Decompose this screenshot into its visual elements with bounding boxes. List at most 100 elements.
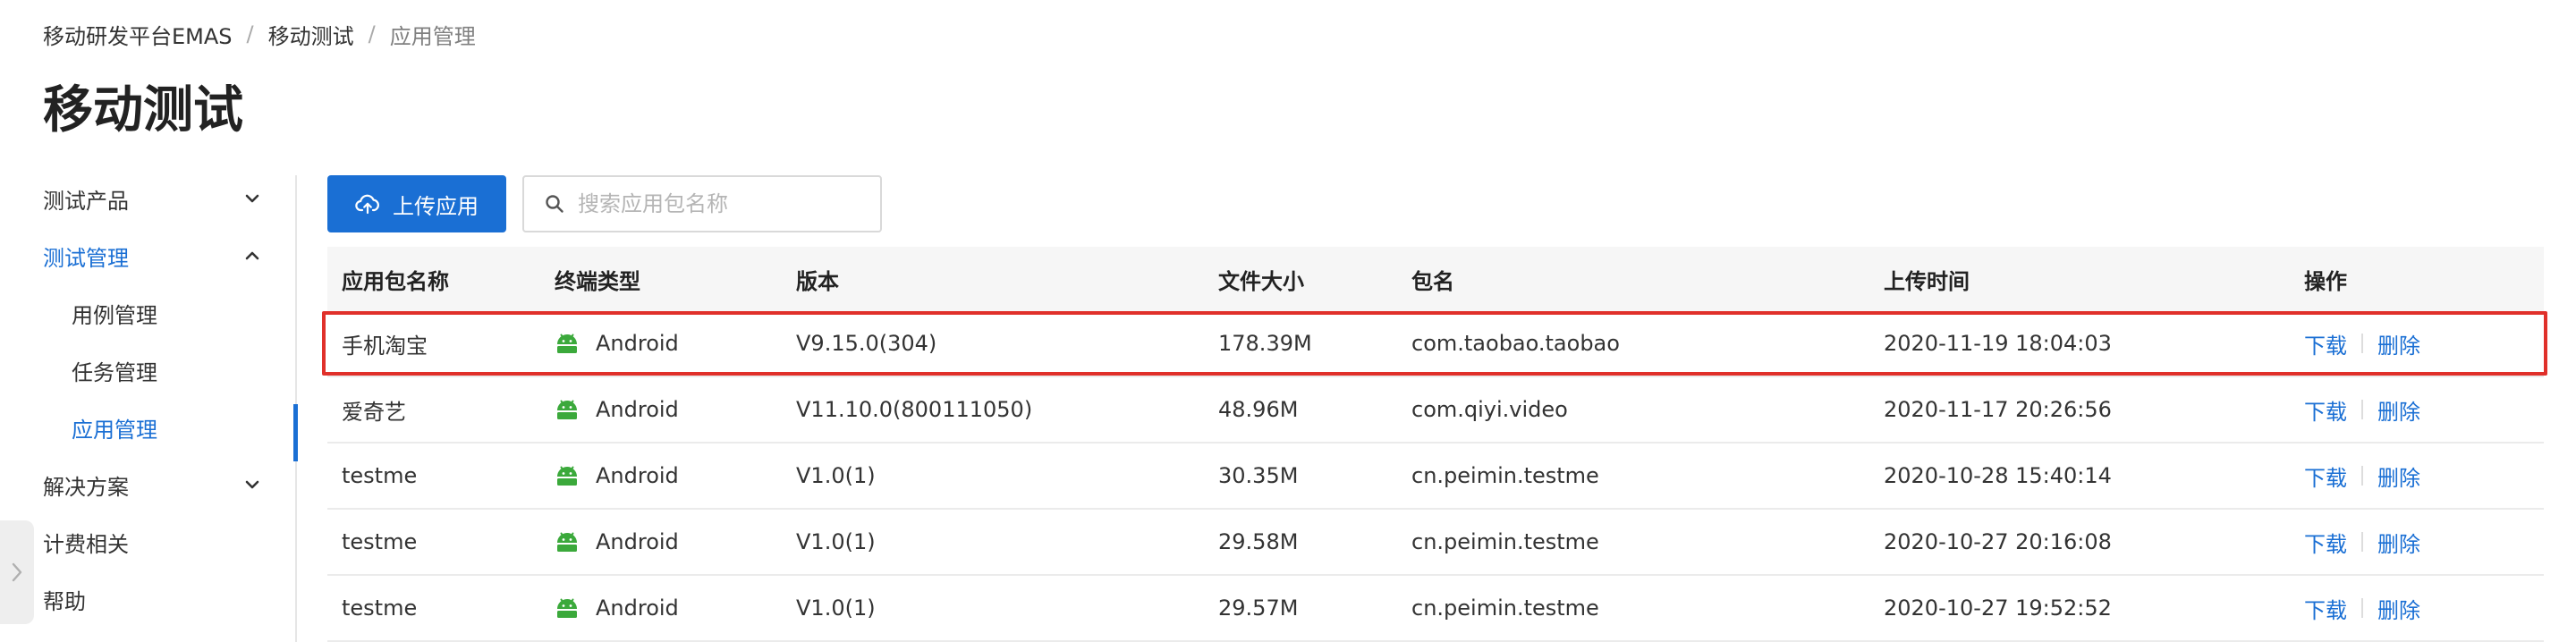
upload-time: 2020-11-19 18:04:03 (1884, 331, 2112, 356)
terminal-type: Android (596, 529, 679, 554)
chevron-right-icon (12, 562, 22, 582)
app-name: testme (342, 529, 418, 554)
android-icon (557, 532, 577, 552)
sidebar-item-task-management[interactable]: 任务管理 (0, 342, 295, 399)
search-input[interactable] (578, 191, 864, 216)
cloud-upload-icon (355, 194, 379, 215)
column-header-upload-time: 上传时间 (1884, 268, 1970, 294)
file-size: 48.96M (1218, 397, 1299, 422)
file-size: 29.58M (1218, 529, 1299, 554)
action-divider (2361, 400, 2363, 419)
download-link[interactable]: 下载 (2304, 593, 2347, 624)
version: V9.15.0(304) (796, 331, 937, 356)
file-size: 178.39M (1218, 331, 1312, 356)
download-link[interactable]: 下载 (2304, 460, 2347, 492)
search-box (522, 175, 882, 232)
sidebar-item-solutions[interactable]: 解决方案 (0, 456, 295, 513)
delete-link[interactable]: 删除 (2377, 460, 2420, 492)
breadcrumb-item-mobile-test[interactable]: 移动测试 (268, 19, 354, 50)
column-header-version: 版本 (796, 268, 839, 294)
terminal-type: Android (596, 463, 679, 488)
package-name: com.taobao.taobao (1411, 331, 1620, 356)
download-link[interactable]: 下载 (2304, 394, 2347, 426)
app-name: 手机淘宝 (342, 333, 428, 359)
toolbar: 上传应用 (327, 175, 882, 232)
sidebar-nav: 测试产品 测试管理 用例管理 任务管理 应用管理 解决方案 计费相关 帮助 (0, 170, 295, 628)
row-actions: 下载 删除 (2304, 443, 2420, 508)
breadcrumb-separator: / (368, 21, 376, 46)
action-divider (2361, 334, 2363, 353)
app-name: 爱奇艺 (342, 399, 406, 425)
package-name: cn.peimin.testme (1411, 529, 1599, 554)
delete-link[interactable]: 删除 (2377, 527, 2420, 558)
breadcrumb: 移动研发平台EMAS / 移动测试 / 应用管理 (43, 18, 476, 50)
terminal-type: Android (596, 331, 679, 356)
android-icon (557, 466, 577, 486)
sidebar-item-label: 解决方案 (43, 474, 129, 500)
package-name: com.qiyi.video (1411, 397, 1568, 422)
upload-time: 2020-10-27 20:16:08 (1884, 529, 2112, 554)
upload-time: 2020-10-27 19:52:52 (1884, 596, 2112, 621)
chevron-up-icon (245, 251, 259, 260)
download-link[interactable]: 下载 (2304, 527, 2347, 558)
download-link[interactable]: 下载 (2304, 328, 2347, 359)
sidebar-active-indicator (293, 404, 298, 461)
row-actions: 下载 删除 (2304, 377, 2420, 442)
delete-link[interactable]: 删除 (2377, 394, 2420, 426)
package-name: cn.peimin.testme (1411, 463, 1599, 488)
delete-link[interactable]: 删除 (2377, 328, 2420, 359)
android-icon (557, 334, 577, 353)
upload-time: 2020-10-28 15:40:14 (1884, 463, 2112, 488)
table-row: testme Android V1.0(1) 30.35M cn.peimin.… (327, 443, 2544, 510)
sidebar-item-label: 测试产品 (43, 188, 129, 214)
column-header-terminal-type: 终端类型 (555, 268, 640, 294)
sidebar-item-case-management[interactable]: 用例管理 (0, 284, 295, 342)
action-divider (2361, 466, 2363, 486)
sidebar-item-test-products[interactable]: 测试产品 (0, 170, 295, 227)
app-name: testme (342, 596, 418, 621)
upload-time: 2020-11-17 20:26:56 (1884, 397, 2112, 422)
table-row: testme Android V1.0(1) 29.57M cn.peimin.… (327, 576, 2544, 642)
sidebar-item-help[interactable]: 帮助 (0, 570, 295, 628)
terminal-type: Android (596, 596, 679, 621)
upload-app-label: 上传应用 (393, 193, 479, 219)
package-name: cn.peimin.testme (1411, 596, 1599, 621)
sidebar-item-label: 帮助 (43, 588, 86, 614)
terminal-type: Android (596, 397, 679, 422)
sidebar-collapse-handle[interactable] (0, 520, 34, 624)
row-actions: 下载 删除 (2304, 510, 2420, 574)
search-icon (546, 195, 564, 213)
row-actions: 下载 删除 (2304, 576, 2420, 640)
table-header: 应用包名称 终端类型 版本 文件大小 包名 上传时间 操作 (327, 247, 2544, 311)
sidebar-item-label: 测试管理 (43, 245, 129, 271)
app-table: 应用包名称 终端类型 版本 文件大小 包名 上传时间 操作 手机淘宝 Andro… (327, 247, 2544, 642)
column-header-file-size: 文件大小 (1218, 268, 1304, 294)
column-header-actions: 操作 (2304, 268, 2347, 294)
version: V1.0(1) (796, 529, 876, 554)
file-size: 30.35M (1218, 463, 1299, 488)
breadcrumb-item-app-management: 应用管理 (389, 23, 476, 49)
android-icon (557, 598, 577, 618)
app-name: testme (342, 463, 418, 488)
version: V11.10.0(800111050) (796, 397, 1033, 422)
upload-app-button[interactable]: 上传应用 (327, 175, 506, 232)
version: V1.0(1) (796, 596, 876, 621)
delete-link[interactable]: 删除 (2377, 593, 2420, 624)
chevron-down-icon (245, 194, 259, 203)
column-header-package: 包名 (1411, 268, 1454, 294)
sidebar-item-label: 任务管理 (72, 359, 157, 385)
sidebar-item-label: 计费相关 (43, 531, 129, 557)
sidebar-item-billing[interactable]: 计费相关 (0, 513, 295, 570)
android-icon (557, 400, 577, 419)
sidebar-item-test-management[interactable]: 测试管理 (0, 227, 295, 284)
breadcrumb-separator: / (246, 21, 254, 46)
version: V1.0(1) (796, 463, 876, 488)
row-actions: 下载 删除 (2304, 311, 2420, 376)
action-divider (2361, 598, 2363, 618)
sidebar-item-label: 用例管理 (72, 302, 157, 328)
file-size: 29.57M (1218, 596, 1299, 621)
breadcrumb-item-emas[interactable]: 移动研发平台EMAS (43, 19, 233, 50)
sidebar-item-label: 应用管理 (72, 417, 157, 443)
chevron-down-icon (245, 480, 259, 489)
sidebar-item-app-management[interactable]: 应用管理 (0, 399, 295, 456)
